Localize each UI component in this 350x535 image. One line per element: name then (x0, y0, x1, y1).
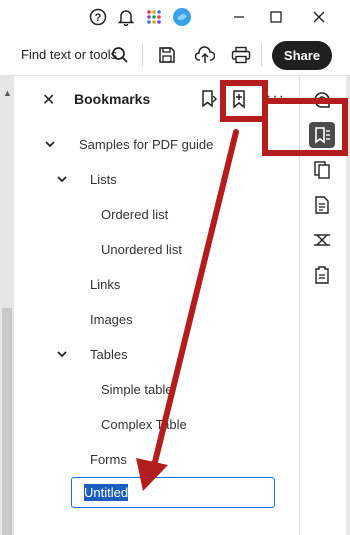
annotation-arrow (136, 129, 239, 491)
